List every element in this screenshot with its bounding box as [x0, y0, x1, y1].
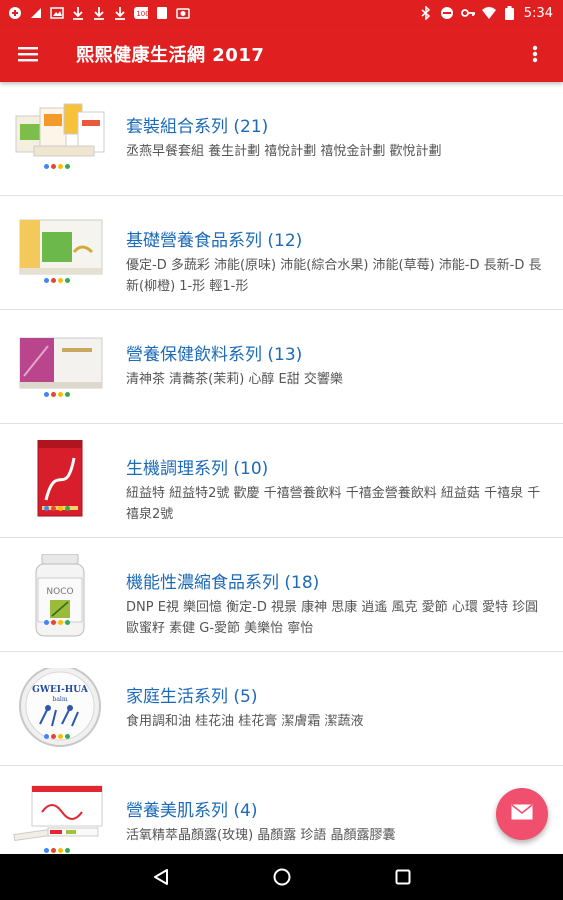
- battery-saver-badge-icon: 100: [134, 6, 148, 20]
- color-dots: [44, 848, 70, 853]
- do-not-disturb-icon: [440, 6, 454, 20]
- color-dots: [44, 164, 70, 169]
- category-products: 優定-D 多蔬彩 沛能(原味) 沛能(綜合水果) 沛能(草莓) 沛能-D 長新-…: [126, 258, 542, 294]
- download-icon: [71, 6, 85, 20]
- product-thumbnail: [12, 439, 108, 517]
- category-list: 套裝組合系列 (21) 丞燕早餐套組 養生計劃 禧悅計劃 禧悅金計劃 歡悅計劃 …: [0, 82, 563, 854]
- data-usage-icon: [29, 6, 43, 20]
- system-nav-bar: [0, 854, 563, 900]
- list-item[interactable]: 生機調理系列 (10) 紐益特 紐益特2號 歡慶 千禧營養飲料 千禧金營養飲料 …: [0, 424, 563, 538]
- home-circle-icon[interactable]: [262, 857, 302, 897]
- list-item[interactable]: 營養保健飲料系列 (13) 清神茶 清蕎茶(茉莉) 心醇 E甜 交響樂: [0, 310, 563, 424]
- list-item[interactable]: 套裝組合系列 (21) 丞燕早餐套組 養生計劃 禧悅計劃 禧悅金計劃 歡悅計劃: [0, 82, 563, 196]
- category-products: 清神茶 清蕎茶(茉莉) 心醇 E甜 交響樂: [126, 372, 343, 387]
- wifi-icon: [481, 6, 496, 20]
- product-label-text: NOCO: [46, 587, 73, 597]
- product-thumbnail: [12, 326, 108, 396]
- product-thumbnail: GWEI-HUA balm: [12, 665, 108, 747]
- category-products: 紐益特 紐益特2號 歡慶 千禧營養飲料 千禧金營養飲料 紐益菇 千禧泉 千禧泉2…: [126, 486, 541, 522]
- app-notification-icon: [8, 6, 22, 20]
- key-icon: [460, 6, 475, 20]
- download-icon: [113, 6, 127, 20]
- category-title: 營養保健飲料系列 (13): [126, 345, 303, 365]
- category-products: DNP E視 樂回憶 衡定-D 視景 康神 思康 逍遙 風克 愛節 心環 愛特 …: [126, 600, 539, 636]
- product-thumbnail: NOCO: [12, 553, 108, 637]
- list-item[interactable]: 營養美肌系列 (4) 活氧精萃晶顏露(玫瑰) 晶顏露 珍語 晶顏露膠囊: [0, 766, 563, 854]
- app-title: 熙熙健康生活網 2017: [76, 45, 265, 66]
- product-thumbnail: [12, 98, 108, 168]
- list-item[interactable]: GWEI-HUA balm 家庭生活系列 (5) 食用調和油 桂花油 桂花膏 潔…: [0, 652, 563, 766]
- color-dots: [44, 506, 70, 511]
- mail-fab-button[interactable]: [496, 788, 548, 840]
- camera-icon: [176, 6, 190, 20]
- color-dots: [44, 620, 70, 625]
- back-triangle-icon[interactable]: [141, 857, 181, 897]
- battery-badge-text: 100: [136, 10, 148, 18]
- category-products: 食用調和油 桂花油 桂花膏 潔膚霜 潔蔬液: [126, 714, 364, 729]
- color-dots: [44, 278, 70, 283]
- more-vert-icon[interactable]: [507, 26, 563, 82]
- recents-square-icon[interactable]: [383, 857, 423, 897]
- category-title: 機能性濃縮食品系列 (18): [126, 573, 320, 593]
- mail-icon: [511, 804, 533, 824]
- app-bar: 熙熙健康生活網 2017: [0, 26, 563, 82]
- image-notification-icon: [50, 6, 64, 20]
- category-title: 套裝組合系列 (21): [126, 117, 269, 137]
- sim-icon: [155, 6, 169, 20]
- color-dots: [44, 392, 70, 397]
- bluetooth-icon: [419, 6, 433, 20]
- battery-icon: [503, 6, 517, 20]
- category-products: 活氧精萃晶顏露(玫瑰) 晶顏露 珍語 晶顏露膠囊: [126, 828, 396, 843]
- category-products: 丞燕早餐套組 養生計劃 禧悅計劃 禧悅金計劃 歡悅計劃: [126, 144, 442, 159]
- status-bar: 100 5:34: [0, 0, 563, 26]
- category-title: 營養美肌系列 (4): [126, 801, 258, 821]
- hamburger-menu-icon[interactable]: [0, 26, 56, 82]
- list-item[interactable]: NOCO 機能性濃縮食品系列 (18) DNP E視 樂回憶 衡定-D 視景 康…: [0, 538, 563, 652]
- list-item[interactable]: 基礎營養食品系列 (12) 優定-D 多蔬彩 沛能(原味) 沛能(綜合水果) 沛…: [0, 196, 563, 310]
- product-thumbnail: [12, 782, 108, 852]
- product-label-subtext: balm: [52, 696, 67, 703]
- status-time: 5:34: [523, 5, 553, 21]
- category-title: 家庭生活系列 (5): [126, 687, 258, 707]
- category-title: 生機調理系列 (10): [126, 459, 269, 479]
- product-thumbnail: [12, 212, 108, 282]
- download-icon: [92, 6, 106, 20]
- product-label-text: GWEI-HUA: [32, 685, 89, 695]
- category-title: 基礎營養食品系列 (12): [126, 231, 303, 251]
- notification-icons: 100: [0, 6, 190, 20]
- color-dots: [44, 734, 70, 739]
- system-status-icons: 5:34: [419, 6, 563, 21]
